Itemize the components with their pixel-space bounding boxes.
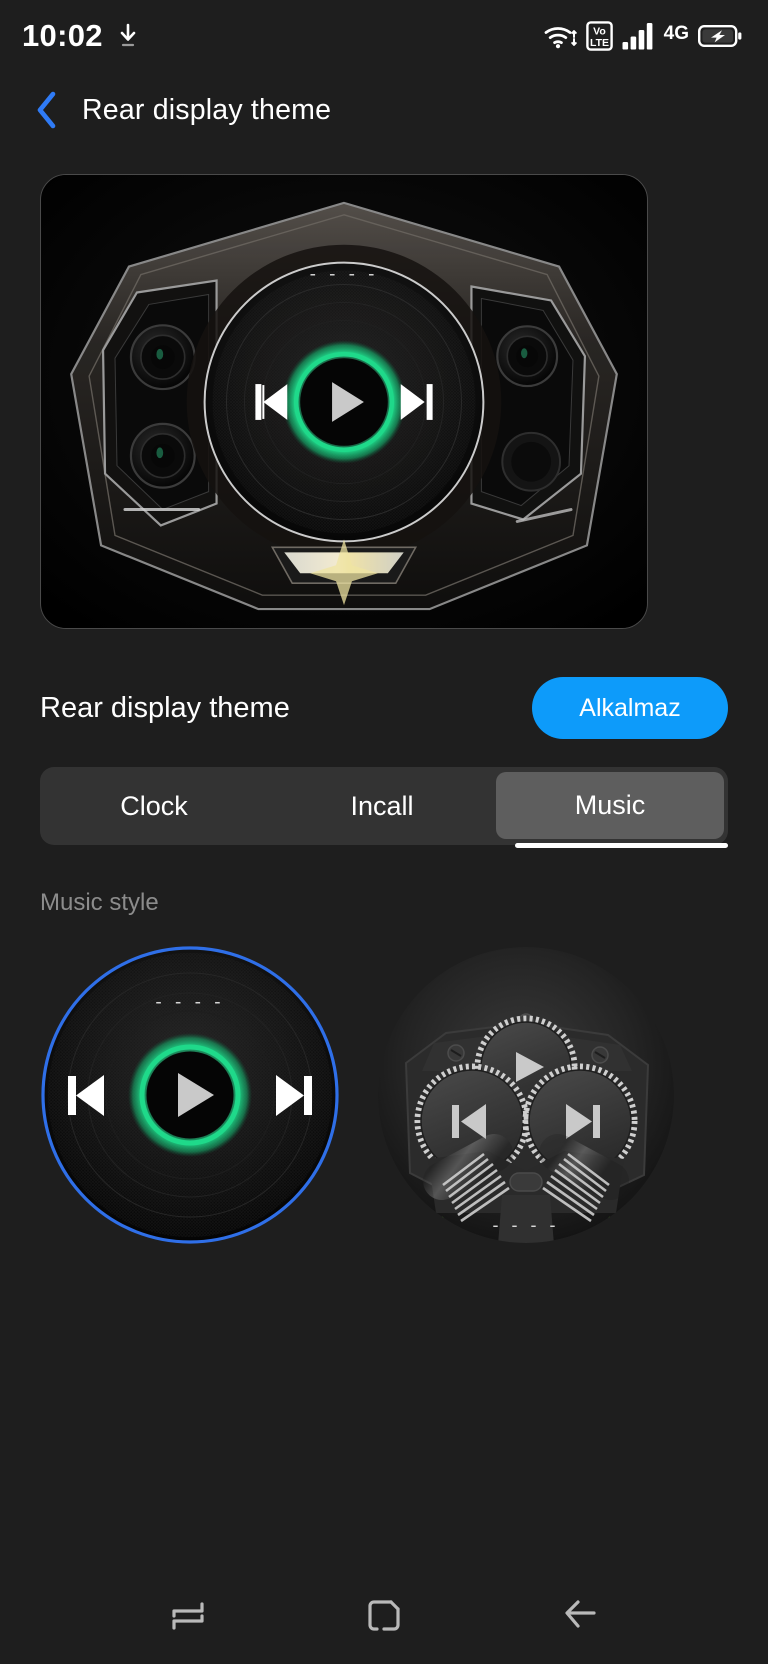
preview-track-placeholder: - - - - bbox=[310, 264, 379, 285]
svg-text:Vo: Vo bbox=[593, 25, 606, 37]
mechanical-gear-artwork: - - - - bbox=[378, 947, 674, 1243]
download-icon bbox=[117, 23, 139, 49]
back-chevron-icon[interactable] bbox=[34, 90, 60, 130]
apply-button[interactable]: Alkalmaz bbox=[532, 677, 728, 739]
music-style-mechanical-gear[interactable]: - - - - bbox=[376, 945, 676, 1245]
page-title: Rear display theme bbox=[82, 93, 332, 126]
volte-icon: Vo LTE bbox=[585, 21, 613, 51]
tab-clock[interactable]: Clock bbox=[40, 767, 268, 845]
recent-apps-icon[interactable] bbox=[145, 1584, 231, 1648]
preview-container: - - - - bbox=[0, 148, 768, 629]
status-bar: 10:02 Vo LTE 4G bbox=[0, 0, 768, 72]
gear-track-placeholder: - - - - bbox=[493, 1215, 560, 1235]
wifi-icon bbox=[543, 23, 577, 49]
status-bar-left: 10:02 bbox=[22, 18, 139, 54]
tabs-container: Clock Incall Music bbox=[0, 767, 768, 848]
signal-bars-icon bbox=[622, 22, 655, 50]
network-type-label: 4G bbox=[663, 23, 689, 44]
status-bar-right: Vo LTE 4G bbox=[543, 21, 742, 51]
music-style-label: Music style bbox=[40, 889, 159, 916]
system-navigation-bar bbox=[0, 1568, 768, 1664]
tab-music[interactable]: Music bbox=[496, 772, 724, 839]
app-header: Rear display theme bbox=[0, 72, 768, 148]
status-bar-clock: 10:02 bbox=[22, 18, 103, 53]
home-icon[interactable] bbox=[341, 1584, 427, 1648]
music-style-options: - - - - - - - - bbox=[0, 945, 768, 1245]
theme-apply-row: Rear display theme Alkalmaz bbox=[0, 671, 768, 745]
vinyl-track-placeholder: - - - - bbox=[155, 992, 224, 1013]
svg-text:LTE: LTE bbox=[590, 37, 609, 49]
theme-row-label: Rear display theme bbox=[40, 691, 290, 724]
theme-tabs: Clock Incall Music bbox=[40, 767, 728, 845]
music-style-vinyl-record[interactable]: - - - - bbox=[40, 945, 340, 1245]
rear-display-preview: - - - - bbox=[40, 174, 648, 629]
preview-artwork: - - - - bbox=[41, 175, 647, 628]
back-arrow-icon[interactable] bbox=[537, 1584, 623, 1648]
battery-charging-icon bbox=[698, 24, 742, 48]
tab-incall[interactable]: Incall bbox=[268, 767, 496, 845]
tab-active-underline bbox=[515, 843, 728, 848]
vinyl-record-artwork: - - - - bbox=[41, 946, 339, 1244]
